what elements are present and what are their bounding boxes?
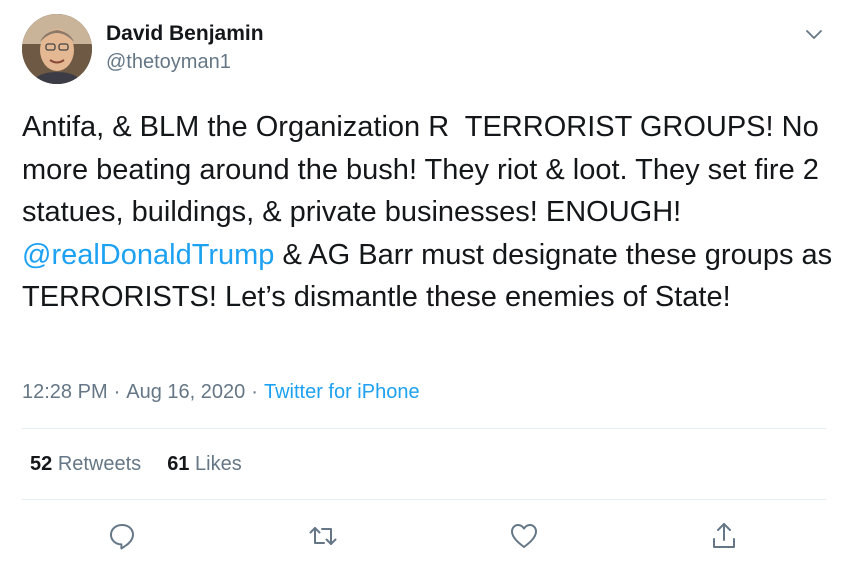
share-icon[interactable] xyxy=(708,520,740,552)
tweet-meta: 12:28 PM · Aug 16, 2020 · Twitter for iPhone xyxy=(22,381,420,404)
mention-link[interactable]: @realDonaldTrump xyxy=(22,239,274,271)
reply-icon[interactable] xyxy=(106,520,138,552)
tweet-date[interactable]: Aug 16, 2020 xyxy=(126,381,245,403)
retweets-stat[interactable]: 52 Retweets xyxy=(30,453,141,475)
meta-separator: · xyxy=(251,381,258,403)
avatar-photo xyxy=(22,14,92,84)
likes-stat[interactable]: 61 Likes xyxy=(167,453,242,475)
tweet-stats: 52 Retweets 61 Likes xyxy=(30,453,242,476)
divider xyxy=(22,499,826,500)
chevron-down-icon[interactable] xyxy=(802,22,826,46)
tweet-text: Antifa, & BLM the Organization R TERRORI… xyxy=(22,106,834,319)
tweet-text-part1: Antifa, & BLM the Organization R TERRORI… xyxy=(22,111,827,228)
tweet-source-link[interactable]: Twitter for iPhone xyxy=(264,381,420,403)
likes-count: 61 xyxy=(167,453,190,475)
like-icon[interactable] xyxy=(508,520,540,552)
retweets-count: 52 xyxy=(30,453,53,475)
likes-label: Likes xyxy=(195,453,242,475)
tweet-time[interactable]: 12:28 PM xyxy=(22,381,108,403)
retweets-label: Retweets xyxy=(57,453,142,475)
divider xyxy=(22,428,826,429)
meta-separator: · xyxy=(113,381,121,403)
avatar[interactable] xyxy=(22,14,92,84)
display-name[interactable]: David Benjamin xyxy=(106,22,264,46)
retweet-icon[interactable] xyxy=(307,520,339,552)
user-handle[interactable]: @thetoyman1 xyxy=(106,51,231,74)
